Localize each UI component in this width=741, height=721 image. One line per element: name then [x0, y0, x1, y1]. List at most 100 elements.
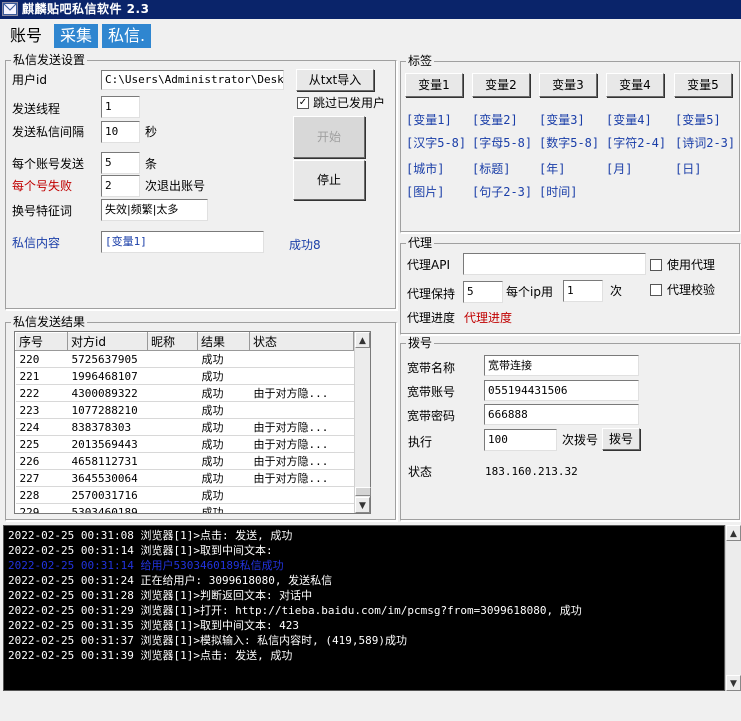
tag-image[interactable]: [图片]	[406, 183, 444, 200]
results-title: 私信发送结果	[11, 315, 88, 329]
content-input[interactable]: [变量1]	[101, 231, 264, 253]
proxy-keep-label: 代理保持	[407, 287, 456, 301]
table-row[interactable]: 226 4658112731 成功 由于对方隐...	[15, 452, 354, 470]
tag-var1[interactable]: [变量1]	[406, 111, 452, 128]
row-index: 229	[15, 503, 68, 513]
table-row[interactable]: 227 3645530064 成功 由于对方隐...	[15, 469, 354, 487]
row-nickname	[147, 367, 198, 385]
row-status	[249, 401, 354, 419]
table-row[interactable]: 225 2013569443 成功 由于对方隐...	[15, 435, 354, 453]
proxy-api-input[interactable]	[463, 253, 646, 275]
proxy-keep-input[interactable]: 5	[463, 281, 503, 303]
tag-var2[interactable]: [变量2]	[472, 111, 518, 128]
broadband-account-input[interactable]: 055194431506	[484, 380, 639, 401]
table-row[interactable]: 222 4300089322 成功 由于对方隐...	[15, 384, 354, 402]
log-line: 2022-02-25 00:31:14 给用户5303460189私信成功	[8, 559, 284, 572]
table-row[interactable]: 229 5303460189 成功	[15, 503, 354, 513]
tab-message[interactable]: 私信.	[102, 24, 152, 48]
tab-account[interactable]: 账号	[4, 24, 48, 48]
table-row[interactable]: 223 1077288210 成功	[15, 401, 354, 419]
log-scroll-up-icon[interactable]: ▲	[726, 525, 741, 541]
verify-proxy-checkbox[interactable]	[650, 284, 662, 296]
col-header-target-id[interactable]: 对方id	[67, 332, 148, 351]
exec-unit: 次拨号	[562, 433, 599, 447]
col-header-status[interactable]: 状态	[249, 332, 354, 351]
var5-button[interactable]: 变量5	[674, 73, 732, 97]
exec-count-input[interactable]: 100	[484, 429, 557, 451]
stop-button[interactable]: 停止	[293, 160, 365, 200]
var2-button[interactable]: 变量2	[472, 73, 530, 97]
log-scroll-down-icon[interactable]: ▼	[726, 675, 741, 691]
row-result: 成功	[197, 486, 250, 504]
interval-label: 发送私信间隔	[12, 125, 85, 139]
tag-chars[interactable]: [字符2-4]	[606, 134, 666, 151]
table-row[interactable]: 221 1996468107 成功	[15, 367, 354, 385]
tag-month[interactable]: [月]	[606, 160, 632, 177]
tag-sentence[interactable]: [句子2-3]	[472, 183, 532, 200]
tag-var4[interactable]: [变量4]	[606, 111, 652, 128]
per-account-input[interactable]: 5	[101, 152, 140, 174]
exec-label: 执行	[408, 435, 433, 449]
tag-day[interactable]: [日]	[675, 160, 701, 177]
start-button[interactable]: 开始	[293, 116, 365, 158]
col-header-nickname[interactable]: 昵称	[147, 332, 198, 351]
interval-input[interactable]: 10	[101, 121, 140, 143]
col-header-index[interactable]: 序号	[15, 332, 68, 351]
var3-button[interactable]: 变量3	[539, 73, 597, 97]
dial-button[interactable]: 拨号	[602, 428, 640, 450]
fail-input[interactable]: 2	[101, 175, 140, 197]
row-nickname	[147, 401, 198, 419]
broadband-password-input[interactable]: 666888	[484, 404, 639, 425]
use-proxy-label: 使用代理	[667, 258, 716, 272]
skip-sent-checkbox[interactable]: ✓	[297, 97, 309, 109]
row-nickname	[147, 486, 198, 504]
row-index: 226	[15, 452, 68, 470]
row-result: 成功	[197, 350, 250, 368]
table-row[interactable]: 228 2570031716 成功	[15, 486, 354, 504]
var4-button[interactable]: 变量4	[606, 73, 664, 97]
tag-time[interactable]: [时间]	[539, 183, 577, 200]
tag-var3[interactable]: [变量3]	[539, 111, 585, 128]
broadband-account-label: 宽带账号	[407, 385, 456, 399]
import-txt-button[interactable]: 从txt导入	[296, 69, 374, 91]
row-target-id: 2013569443	[67, 435, 148, 453]
tag-letters[interactable]: [字母5-8]	[472, 134, 532, 151]
row-index: 228	[15, 486, 68, 504]
tag-poem[interactable]: [诗词2-3]	[675, 134, 735, 151]
scroll-up-arrow-icon[interactable]: ▲	[355, 332, 370, 348]
row-index: 225	[15, 435, 68, 453]
send-settings-title: 私信发送设置	[11, 53, 88, 67]
results-header-row: 序号 对方id 昵称 结果 状态	[15, 332, 354, 351]
log-scrollbar[interactable]: ▲ ▼	[725, 525, 741, 691]
tag-var5[interactable]: [变量5]	[675, 111, 721, 128]
per-ip-input[interactable]: 1	[563, 280, 603, 302]
row-target-id: 1996468107	[67, 367, 148, 385]
var1-button[interactable]: 变量1	[405, 73, 463, 97]
tag-city[interactable]: [城市]	[406, 160, 444, 177]
row-result: 成功	[197, 469, 250, 487]
use-proxy-checkbox[interactable]	[650, 259, 662, 271]
log-line: 2022-02-25 00:31:39 浏览器[1]>点击: 发送, 成功	[8, 649, 293, 662]
tag-title[interactable]: [标题]	[472, 160, 510, 177]
proxy-api-label: 代理API	[407, 258, 450, 272]
col-header-result[interactable]: 结果	[197, 332, 250, 351]
scroll-thumb[interactable]	[355, 487, 371, 496]
tag-hanzi[interactable]: [汉字5-8]	[406, 134, 466, 151]
feature-words-input[interactable]: 失效|频繁|太多	[101, 199, 208, 221]
tag-year[interactable]: [年]	[539, 160, 565, 177]
row-nickname	[147, 418, 198, 436]
log-panel[interactable]: 2022-02-25 00:31:08 浏览器[1]>点击: 发送, 成功 202…	[3, 525, 725, 691]
tab-collect[interactable]: 采集	[54, 24, 99, 48]
verify-proxy-label: 代理校验	[667, 283, 716, 297]
results-scrollbar[interactable]: ▲ ▼	[354, 332, 371, 513]
row-target-id: 5303460189	[67, 503, 148, 513]
scroll-down-arrow-icon[interactable]: ▼	[355, 497, 370, 513]
user-id-file-input[interactable]: C:\Users\Administrator\Desktop	[101, 70, 284, 90]
row-status	[249, 503, 354, 513]
row-status: 由于对方隐...	[249, 452, 354, 470]
threads-input[interactable]: 1	[101, 96, 140, 118]
table-row[interactable]: 224 838378303 成功 由于对方隐...	[15, 418, 354, 436]
broadband-name-input[interactable]: 宽带连接	[484, 355, 639, 376]
table-row[interactable]: 220 5725637905 成功	[15, 350, 354, 368]
tag-digits[interactable]: [数字5-8]	[539, 134, 599, 151]
